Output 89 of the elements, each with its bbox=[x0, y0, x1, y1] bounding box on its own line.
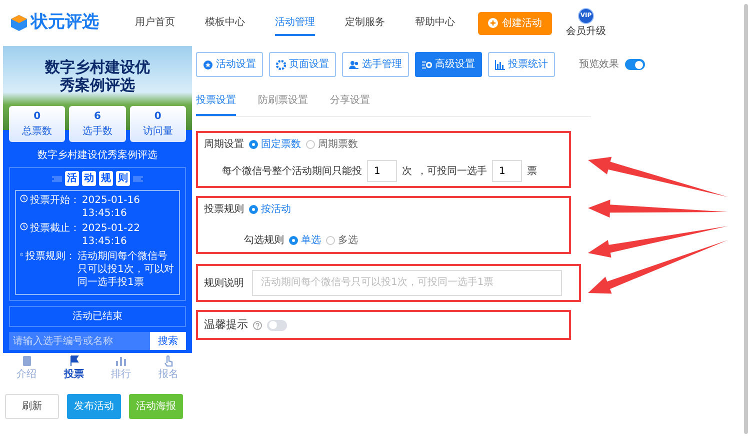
rules-title-character: 动 bbox=[82, 171, 96, 186]
cube-logo-icon bbox=[10, 14, 28, 32]
action-button[interactable]: 活动海报 bbox=[129, 394, 183, 419]
stat-label: 选手数 bbox=[81, 124, 114, 139]
nav-link[interactable]: 活动管理 bbox=[275, 10, 315, 36]
limit-text: 每个微信号整个活动期间只能投 bbox=[222, 164, 362, 178]
rules-title-character: 规 bbox=[99, 171, 113, 186]
scrollbar[interactable] bbox=[744, 4, 748, 434]
nav-link[interactable]: 定制服务 bbox=[345, 10, 385, 36]
rule-value: 2025-01-16 13:45:16 bbox=[82, 194, 142, 220]
rules-title-character: 则 bbox=[116, 171, 130, 186]
rule-value: 活动期间每个微信号只可以投1次，可以对同一选手投1票 bbox=[77, 250, 175, 289]
radio-option[interactable]: 单选 bbox=[289, 233, 321, 248]
users-icon bbox=[349, 60, 359, 70]
field-label: 规则说明 bbox=[204, 276, 244, 290]
banner-title: 数字乡村建设优秀案例评选 bbox=[44, 58, 151, 94]
rule-label: 投票开始： bbox=[30, 194, 80, 208]
create-activity-button[interactable]: 创建活动 bbox=[478, 12, 552, 34]
plus-circle-icon bbox=[488, 18, 498, 28]
preview-tab[interactable]: 报名 bbox=[144, 355, 192, 382]
bar-chart-icon bbox=[495, 60, 505, 70]
settings-icon bbox=[422, 60, 432, 70]
radio-button[interactable] bbox=[289, 236, 298, 245]
votes-input[interactable]: 1 bbox=[367, 160, 397, 182]
nav-link[interactable]: 帮助中心 bbox=[415, 10, 455, 36]
radio-label: 固定票数 bbox=[261, 138, 301, 152]
preview-toggle-label: 预览效果 bbox=[579, 58, 619, 72]
field-label: 投票规则 bbox=[204, 202, 244, 217]
activity-title: 数字乡村建设优秀案例评选 bbox=[36, 148, 158, 163]
per-player-input[interactable]: 1 bbox=[492, 160, 522, 182]
settings-tab[interactable]: 页面设置 bbox=[269, 52, 336, 77]
unit-text: 次 bbox=[402, 164, 412, 178]
decoration-lines-icon bbox=[133, 176, 143, 182]
preview-tab[interactable]: 投票 bbox=[50, 355, 98, 382]
radio-button[interactable] bbox=[249, 205, 258, 214]
preview-tab[interactable]: 介绍 bbox=[3, 355, 50, 382]
reminder-label: 温馨提示 bbox=[204, 316, 248, 333]
reminder-toggle[interactable] bbox=[267, 320, 287, 330]
stat-label: 总票数 bbox=[21, 124, 54, 139]
radio-label: 周期票数 bbox=[318, 138, 358, 152]
radio-button[interactable] bbox=[326, 236, 335, 245]
settings-tab[interactable]: 高级设置 bbox=[415, 52, 482, 77]
pointing-hand-icon bbox=[162, 355, 174, 367]
star-badge-icon bbox=[203, 60, 213, 70]
action-button[interactable]: 发布活动 bbox=[67, 394, 121, 419]
stat-value: 0 bbox=[32, 110, 42, 124]
sub-tab[interactable]: 防刷票设置 bbox=[258, 89, 308, 116]
logo-text: 状元评选 bbox=[31, 11, 99, 34]
radio-option[interactable]: 周期票数 bbox=[306, 137, 358, 152]
rule-description-field[interactable]: 活动期间每个微信号只可以投1次，可投同一选手1票 bbox=[252, 270, 562, 296]
search-field[interactable]: 请输入选手编号或名称 bbox=[9, 332, 150, 350]
radio-option[interactable]: 按活动 bbox=[249, 202, 291, 217]
limit-text: ，可投同一选手 bbox=[417, 164, 487, 178]
preview-toggle[interactable] bbox=[625, 59, 645, 70]
nav-link[interactable]: 用户首页 bbox=[135, 10, 175, 36]
stat-label: 访问量 bbox=[142, 124, 174, 139]
rules-title-character: 活 bbox=[65, 171, 79, 186]
nav-link[interactable]: 模板中心 bbox=[205, 10, 245, 36]
radio-label: 多选 bbox=[338, 234, 358, 248]
radio-option[interactable]: 固定票数 bbox=[249, 137, 301, 152]
radio-option[interactable]: 多选 bbox=[326, 233, 358, 248]
radio-button[interactable] bbox=[249, 140, 258, 149]
unit-text: 票 bbox=[527, 164, 537, 178]
rule-label: 投票截止： bbox=[30, 222, 80, 236]
preview-tab[interactable]: 排行 bbox=[98, 355, 145, 382]
activity-status: 活动已结束 bbox=[9, 306, 186, 327]
field-label: 勾选规则 bbox=[244, 234, 284, 248]
flag-icon bbox=[68, 355, 80, 367]
stat-value: 6 bbox=[93, 110, 102, 124]
search-button[interactable]: 搜索 bbox=[150, 332, 186, 350]
settings-tab[interactable]: 活动设置 bbox=[196, 52, 263, 77]
stat-value: 0 bbox=[153, 110, 162, 124]
radio-label: 按活动 bbox=[261, 202, 291, 217]
help-icon bbox=[253, 320, 262, 330]
vip-upgrade-label[interactable]: 会员升级 bbox=[566, 24, 606, 38]
action-button[interactable]: 刷新 bbox=[5, 394, 59, 419]
settings-tab[interactable]: 投票统计 bbox=[488, 52, 555, 77]
decoration-lines-icon bbox=[52, 176, 62, 182]
field-label: 周期设置 bbox=[204, 138, 244, 152]
settings-tab[interactable]: 选手管理 bbox=[342, 52, 409, 77]
rule-value: 2025-01-22 13:45:16 bbox=[82, 222, 142, 248]
radio-button[interactable] bbox=[306, 140, 315, 149]
bar-chart-icon bbox=[115, 355, 128, 367]
gear-icon bbox=[276, 60, 286, 70]
sub-tab[interactable]: 投票设置 bbox=[196, 89, 236, 116]
sub-tab[interactable]: 分享设置 bbox=[330, 89, 370, 116]
document-icon bbox=[20, 355, 33, 367]
rule-label: 投票规则： bbox=[25, 250, 76, 264]
radio-label: 单选 bbox=[301, 234, 321, 248]
